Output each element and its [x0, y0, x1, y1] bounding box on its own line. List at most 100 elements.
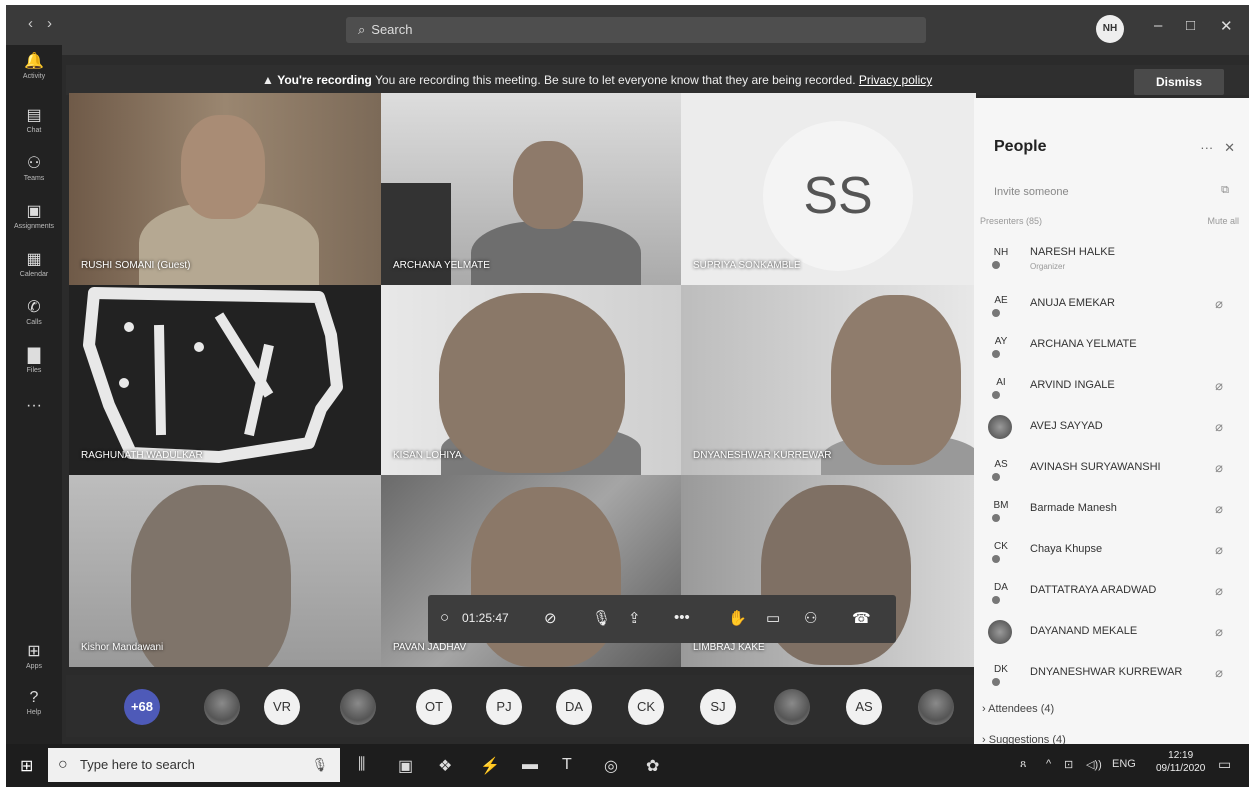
participant-name: Kishor Mandawani [81, 642, 164, 653]
mic-muted-icon: ⌀ [1215, 542, 1223, 557]
dropbox-icon[interactable]: ❖ [438, 756, 452, 776]
avatar [988, 415, 1012, 439]
video-tile[interactable]: DNYANESHWAR KURREWAR [681, 285, 976, 475]
participant-avatar: SS [763, 121, 913, 271]
video-tile[interactable]: Kishor Mandawani [69, 475, 381, 667]
video-tile[interactable]: RAGHUNATH WADULKAR [69, 285, 381, 475]
participant-row[interactable]: NH NARESH HALKE Organizer [974, 238, 1249, 278]
mic-muted-icon: ⌀ [1215, 665, 1223, 680]
video-tile[interactable]: RUSHI SOMANI (Guest) [69, 93, 381, 285]
mic-muted-icon: ⌀ [1215, 378, 1223, 393]
network-icon[interactable]: ⊡ [1064, 758, 1073, 771]
microphone-icon[interactable]: 🎙 [592, 609, 611, 627]
taskbar-search[interactable]: ○ Type here to search 🎙 [48, 748, 340, 782]
mute-all-button[interactable]: Mute all [1207, 216, 1239, 226]
more-actions-icon[interactable]: ••• [674, 609, 690, 626]
avatar[interactable] [774, 689, 810, 725]
share-link-icon[interactable]: ⧉ [1221, 184, 1229, 197]
chevron-up-icon[interactable]: ^ [1046, 758, 1051, 770]
rail-apps[interactable]: ⊞ Apps [6, 641, 62, 670]
rail-calls[interactable]: ✆ Calls [6, 297, 62, 326]
file-explorer-icon[interactable]: ▬ [522, 756, 538, 774]
participant-row[interactable]: AY ARCHANA YELMATE [974, 327, 1249, 367]
rail-chat[interactable]: ▤ Chat [6, 105, 62, 134]
mic-muted-icon: ⌀ [1215, 419, 1223, 434]
more-icon[interactable]: ··· [1200, 140, 1213, 155]
search-input[interactable]: ⌕ Search [346, 17, 926, 43]
call-timer: 01:25:47 [462, 611, 509, 625]
volume-icon[interactable]: ◁)) [1086, 758, 1102, 771]
avatar[interactable]: OT [416, 689, 452, 725]
store-icon[interactable]: ▣ [398, 756, 413, 776]
user-avatar[interactable]: NH [1096, 15, 1124, 43]
participants-icon[interactable]: ⚇ [804, 609, 817, 627]
rail-more[interactable]: ··· [6, 397, 62, 417]
notifications-icon[interactable]: ▭ [1218, 756, 1231, 773]
close-icon[interactable]: ✕ [1220, 17, 1233, 35]
privacy-policy-link[interactable]: Privacy policy [859, 73, 932, 87]
windows-logo-icon[interactable]: ⊞ [20, 756, 33, 776]
avatar[interactable]: DA [556, 689, 592, 725]
help-icon: ? [29, 689, 39, 706]
avatar[interactable]: VR [264, 689, 300, 725]
share-icon[interactable]: ⇪ [628, 609, 641, 627]
app-icon[interactable]: ⚡ [480, 756, 500, 776]
avatar[interactable] [918, 689, 954, 725]
video-tile[interactable]: SS SUPRIYA SONKAMBLE [681, 93, 976, 285]
rail-files[interactable]: ▇ Files [6, 345, 62, 374]
presenters-header[interactable]: Presenters (85) [980, 216, 1042, 226]
people-icon[interactable]: ጸ [1020, 758, 1026, 771]
more-participants[interactable]: +68 [124, 689, 160, 725]
task-view-icon[interactable]: ⫼ [358, 756, 365, 774]
microphone-icon[interactable]: 🎙 [311, 748, 328, 782]
rail-assignments[interactable]: ▣ Assignments [6, 201, 62, 230]
rail-teams[interactable]: ⚇ Teams [6, 153, 62, 182]
whiteboard-drawing [83, 287, 343, 463]
language-indicator[interactable]: ENG [1112, 758, 1136, 770]
app-rail: 🔔 Activity ▤ Chat ⚇ Teams ▣ Assignments ▦ Cal… [6, 45, 62, 745]
participant-row[interactable]: AVEJ SAYYAD ⌀ [974, 409, 1249, 449]
teams-window: ‹› ⌕ Search NH – □ ✕ 🔔 Activity ▤ Chat ⚇ Tea… [6, 5, 1249, 787]
participant-row[interactable]: BM Barmade Manesh ⌀ [974, 491, 1249, 531]
recording-message: You are recording this meeting. Be sure … [375, 73, 856, 87]
rail-help[interactable]: ? Help [6, 689, 62, 716]
avatar[interactable] [340, 689, 376, 725]
chat-icon[interactable]: ▭ [766, 609, 780, 627]
minimize-icon[interactable]: – [1154, 17, 1162, 34]
video-tile[interactable]: ARCHANA YELMATE [381, 93, 681, 285]
participant-row[interactable]: AI ARVIND INGALE ⌀ [974, 368, 1249, 408]
teams-taskbar-icon[interactable]: T [562, 756, 572, 774]
participant-row[interactable]: AS AVINASH SURYAWANSHI ⌀ [974, 450, 1249, 490]
app-icon[interactable]: ✿ [646, 756, 659, 776]
participant-row[interactable]: CK Chaya Khupse ⌀ [974, 532, 1249, 572]
avatar[interactable]: AS [846, 689, 882, 725]
participant-row[interactable]: DA DATTATRAYA ARADWAD ⌀ [974, 573, 1249, 613]
rail-activity[interactable]: 🔔 Activity [6, 51, 62, 80]
clock[interactable]: 12:19 09/11/2020 [1156, 749, 1205, 775]
video-tile[interactable]: KISAN LOHIYA [381, 285, 681, 475]
avatar[interactable]: CK [628, 689, 664, 725]
participant-name: DNYANESHWAR KURREWAR [693, 450, 832, 461]
avatar[interactable]: SJ [700, 689, 736, 725]
avatar[interactable]: PJ [486, 689, 522, 725]
close-icon[interactable]: ✕ [1224, 140, 1235, 155]
phone-icon: ✆ [27, 299, 41, 316]
people-panel: People ··· ✕ Invite someone ⧉ Presenters… [974, 98, 1249, 753]
raise-hand-icon[interactable]: ✋ [728, 609, 747, 627]
camera-off-icon[interactable]: ⊘ [544, 609, 557, 627]
dismiss-button[interactable]: Dismiss [1134, 69, 1224, 95]
avatar[interactable] [204, 689, 240, 725]
participant-strip: +68 VR OT PJ DA CK SJ AS [66, 675, 974, 737]
edge-icon[interactable]: ◎ [604, 756, 618, 776]
nav-arrows[interactable]: ‹› [28, 15, 66, 32]
participant-name: RUSHI SOMANI (Guest) [81, 260, 191, 271]
attendees-section[interactable]: › Attendees (4) [982, 703, 1054, 715]
invite-input[interactable]: Invite someone [994, 186, 1069, 198]
participant-row[interactable]: DK DNYANESHWAR KURREWAR ⌀ [974, 655, 1249, 695]
hang-up-icon[interactable]: ☎ [852, 609, 871, 627]
participant-row[interactable]: AE ANUJA EMEKAR ⌀ [974, 286, 1249, 326]
participant-row[interactable]: DAYANAND MEKALE ⌀ [974, 614, 1249, 654]
record-icon: ○ [440, 609, 450, 626]
rail-calendar[interactable]: ▦ Calendar [6, 249, 62, 278]
maximize-icon[interactable]: □ [1186, 17, 1195, 34]
